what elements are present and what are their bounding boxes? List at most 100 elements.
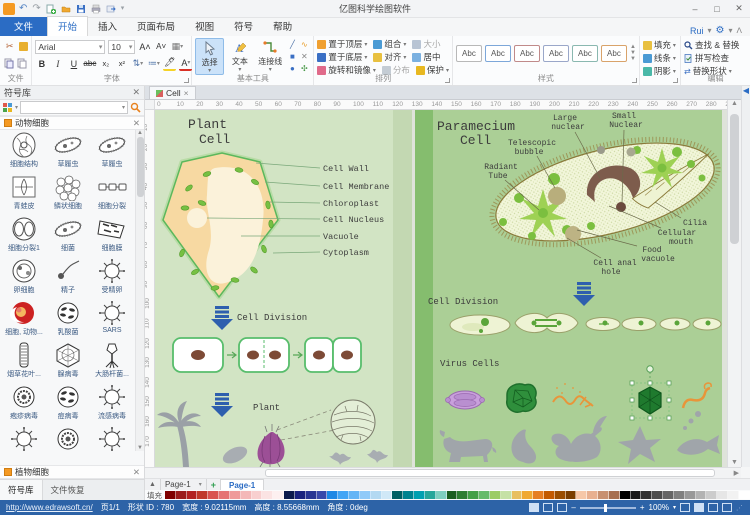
palette-swatch[interactable]	[663, 491, 674, 499]
palette-swatch[interactable]	[512, 491, 523, 499]
new-document-icon[interactable]	[46, 4, 56, 14]
center-button[interactable]: 居中	[412, 51, 440, 63]
label-vacuole[interactable]: Vacuole	[323, 232, 359, 242]
palette-swatch[interactable]	[338, 491, 349, 499]
zoom-in-icon[interactable]: +	[640, 503, 645, 512]
section-header-animal-cells[interactable]: 动物细胞 ✕	[0, 116, 144, 130]
pan-zoom-icon[interactable]	[708, 503, 718, 512]
palette-swatch[interactable]	[425, 491, 436, 499]
text-tool-button[interactable]: A 文本▾	[226, 38, 254, 75]
horizontal-scrollbar[interactable]: ▶	[145, 467, 741, 478]
palette-swatch[interactable]	[696, 491, 707, 499]
ellipse-tool-icon[interactable]: ●	[290, 64, 295, 73]
label-telescopic-1[interactable]: Telescopic	[508, 139, 556, 148]
style-preset-6[interactable]: Abc	[601, 45, 627, 62]
symbol-item[interactable]	[46, 426, 90, 451]
export-icon[interactable]	[106, 4, 116, 14]
symbol-item[interactable]: 鳞状细胞	[46, 174, 90, 216]
tab-file[interactable]: 文件	[0, 17, 47, 36]
label-small-nuclear-2[interactable]: Nuclear	[609, 121, 643, 130]
palette-swatch[interactable]	[457, 491, 468, 499]
bullet-list-icon[interactable]: ≔▾	[147, 57, 160, 71]
palette-swatch[interactable]	[197, 491, 208, 499]
superscript-button[interactable]: x²	[115, 57, 128, 71]
bring-to-front-button[interactable]: 置于顶层▾	[317, 38, 367, 50]
grow-font-icon[interactable]: A˄	[138, 40, 151, 54]
palette-swatch[interactable]	[479, 491, 490, 499]
scroll-right-icon[interactable]: ▶	[734, 469, 739, 477]
palette-swatch[interactable]	[230, 491, 241, 499]
line-button[interactable]: 线条▾	[643, 52, 677, 64]
plant-title-line1[interactable]: Plant	[188, 117, 227, 132]
palette-swatch[interactable]	[685, 491, 696, 499]
search-icon[interactable]	[130, 102, 141, 113]
page-selector[interactable]: Page-1▾	[160, 479, 207, 490]
font-color-icon[interactable]: A▾	[179, 57, 192, 71]
style-preset-1[interactable]: Abc	[456, 45, 482, 62]
symbol-item[interactable]: 卵细胞	[2, 258, 46, 300]
strikethrough-button[interactable]: abc	[83, 57, 96, 71]
label-food-vacuole-2[interactable]: vacuole	[641, 255, 675, 264]
group-button[interactable]: 组合▾	[373, 38, 406, 50]
palette-swatch[interactable]	[652, 491, 663, 499]
gear-caret-icon[interactable]: ▾	[729, 26, 733, 35]
tab-symbol-library[interactable]: 符号库	[0, 480, 43, 500]
small-nucleus[interactable]	[616, 202, 626, 212]
label-radiant-2[interactable]: Tube	[488, 172, 507, 181]
symbol-item[interactable]: 腺病毒	[46, 342, 90, 384]
settings-gear-icon[interactable]: ⚙	[716, 25, 725, 36]
symbol-item[interactable]: 疱疹病毒	[2, 384, 46, 426]
maximize-button[interactable]: □	[706, 0, 728, 17]
palette-swatch[interactable]	[641, 491, 652, 499]
close-button[interactable]: ✕	[728, 0, 750, 17]
arrange-dialog-launcher-icon[interactable]	[445, 78, 450, 83]
plant-title-line2[interactable]: Cell	[199, 132, 230, 147]
palette-swatch[interactable]	[262, 491, 273, 499]
library-icon[interactable]	[3, 103, 13, 113]
line-tool-icon[interactable]: ╱	[290, 40, 295, 49]
tab-insert[interactable]: 插入	[88, 17, 127, 36]
collapse-ribbon-icon[interactable]: ᐱ	[737, 26, 742, 35]
connector-tool-button[interactable]: 连接线▾	[256, 38, 284, 75]
label-large-nuclear-2[interactable]: nuclear	[551, 123, 585, 132]
scroll-up-icon[interactable]: ▲	[137, 130, 143, 136]
paramecium-division-label[interactable]: Cell Division	[428, 297, 498, 307]
style-preset-3[interactable]: Abc	[514, 45, 540, 62]
palette-swatch[interactable]	[382, 491, 393, 499]
palette-swatch[interactable]	[566, 491, 577, 499]
section-close-icon[interactable]: ✕	[133, 467, 140, 478]
user-name[interactable]: Rui	[690, 26, 704, 36]
symbol-item[interactable]: 细胞膜	[90, 216, 134, 258]
send-to-back-button[interactable]: 置于底层▾	[317, 51, 367, 63]
paramecium-title-line2[interactable]: Cell	[460, 133, 491, 148]
plant-division-label[interactable]: Cell Division	[237, 313, 307, 323]
palette-swatch[interactable]	[371, 491, 382, 499]
close-panel-icon[interactable]: ✕	[132, 87, 140, 98]
symbol-item[interactable]: 痘病毒	[46, 384, 90, 426]
palette-swatch[interactable]	[219, 491, 230, 499]
save-icon[interactable]	[76, 4, 86, 14]
symbol-item[interactable]: 乳酸菌	[46, 300, 90, 342]
label-cell-anal-2[interactable]: hole	[601, 268, 620, 277]
symbol-item[interactable]: SARS	[90, 300, 134, 342]
palette-swatch[interactable]	[533, 491, 544, 499]
palette-swatch[interactable]	[674, 491, 685, 499]
symbol-item[interactable]: 细胞, 动物...	[2, 300, 46, 342]
symbol-item[interactable]: 青蛙皮	[2, 174, 46, 216]
library-caret-icon[interactable]: ▾	[15, 104, 18, 111]
style-preset-4[interactable]: Abc	[543, 45, 569, 62]
cut-icon[interactable]: ✂	[3, 40, 16, 54]
right-panel-strip[interactable]: ◀	[741, 86, 750, 467]
highlight-color-icon[interactable]: 🖊	[163, 57, 176, 71]
symbol-item[interactable]: 烟草花叶...	[2, 342, 46, 384]
tab-file-recovery[interactable]: 文件恢复	[43, 480, 93, 500]
curve-tool-icon[interactable]: ∿	[301, 40, 308, 49]
nucleus[interactable]	[187, 208, 207, 228]
zoom-out-icon[interactable]: –	[571, 503, 575, 512]
style-gallery-more-icon[interactable]: ▼	[630, 57, 636, 62]
font-size-combo[interactable]: 10▾	[108, 40, 135, 54]
palette-swatch[interactable]	[631, 491, 642, 499]
palette-swatch[interactable]	[587, 491, 598, 499]
tab-home[interactable]: 开始	[47, 16, 88, 36]
node-tool-icon[interactable]: ✣	[301, 64, 308, 73]
